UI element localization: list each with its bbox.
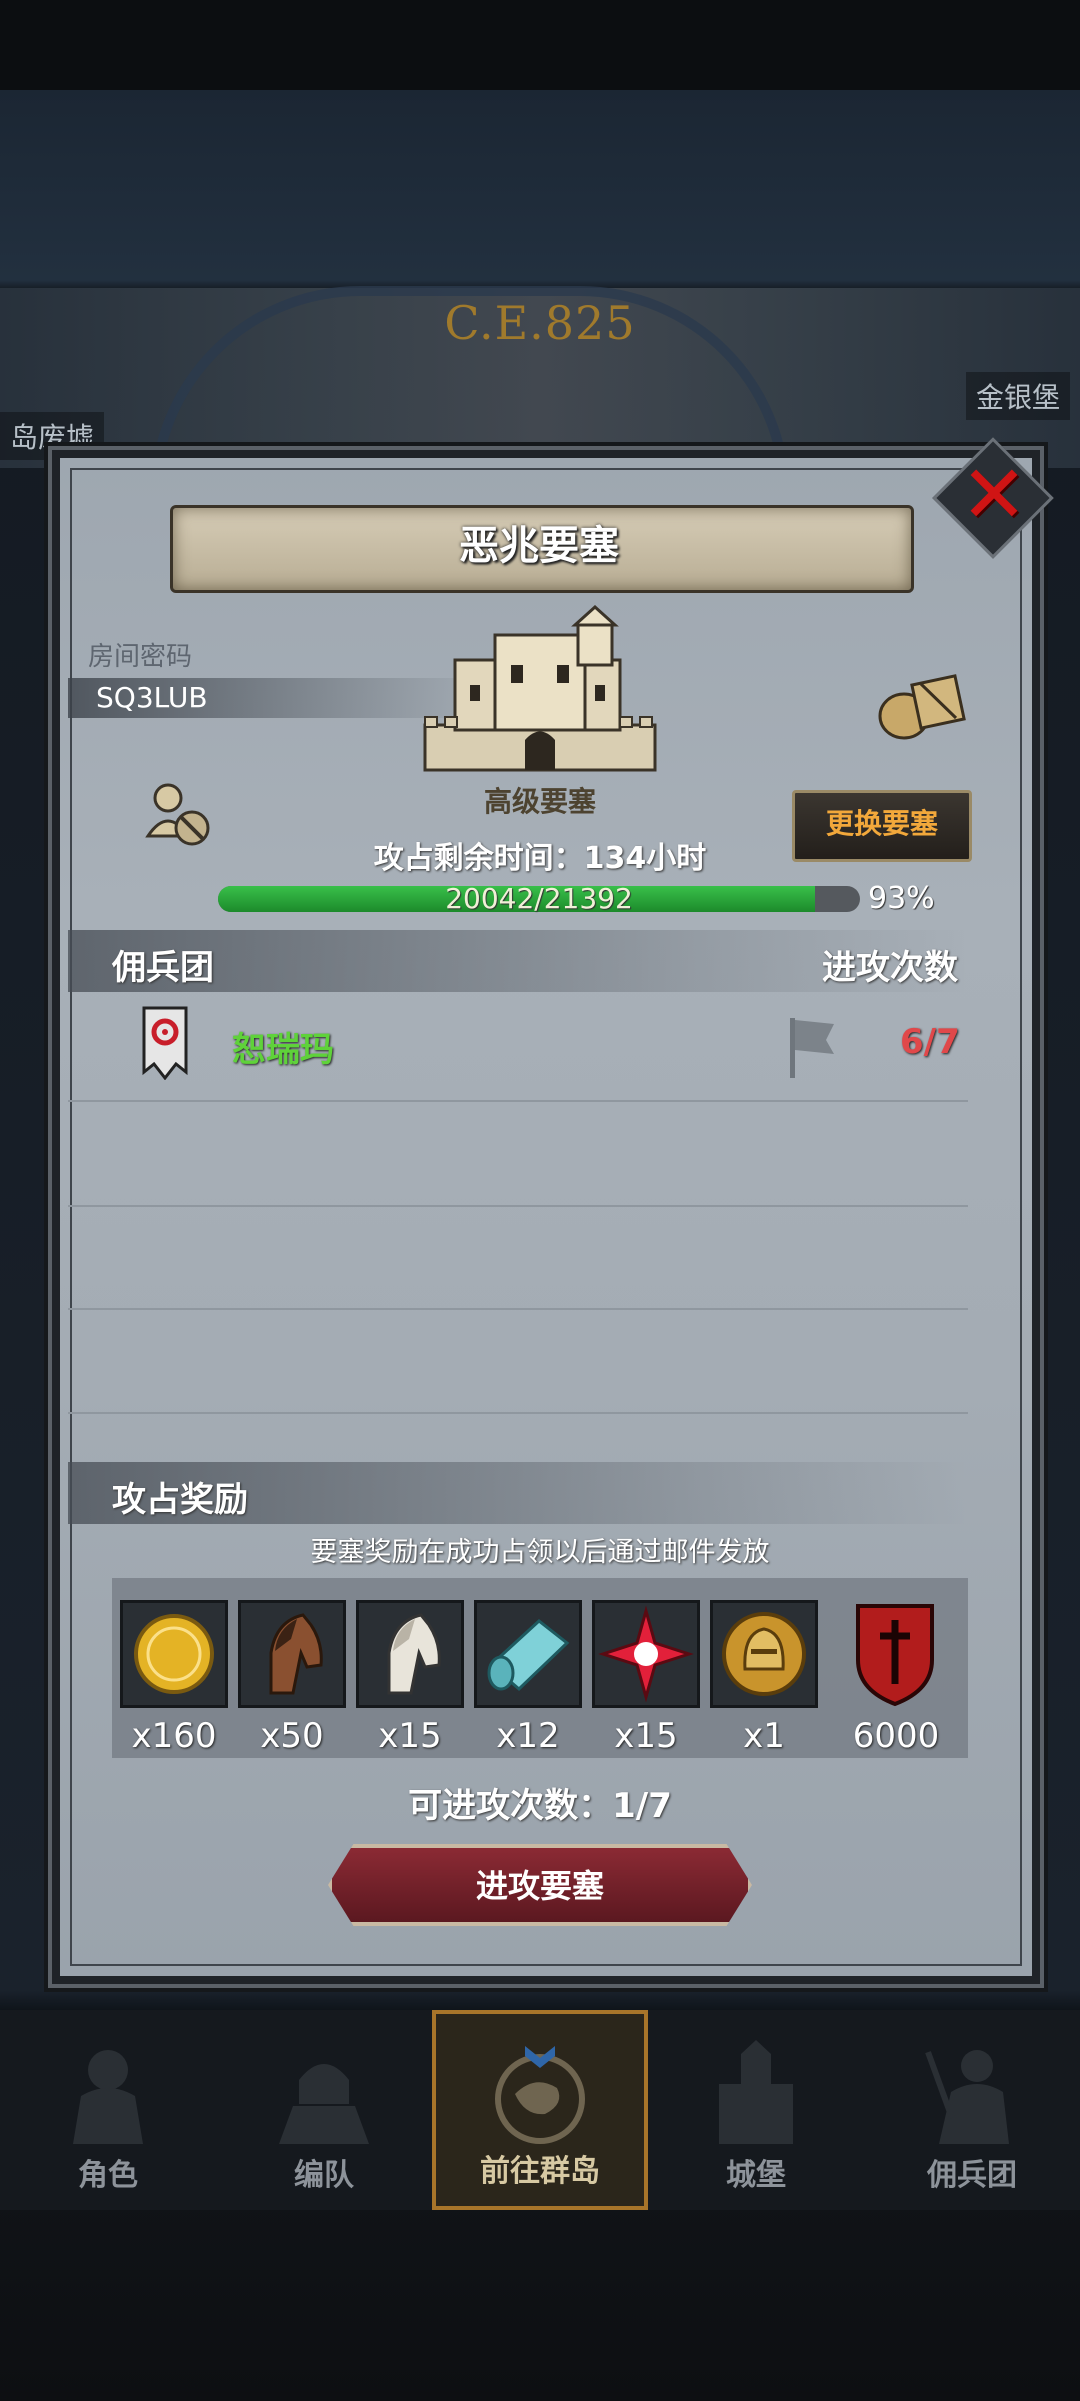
supplies-icon[interactable] [876, 668, 966, 740]
map-location-right: 金银堡 [965, 372, 1070, 420]
warrior-icon [925, 2050, 1009, 2144]
fortress-type: 高级要塞 [483, 785, 596, 818]
mercenary-attack-count: 6/7 [900, 1022, 960, 1062]
game-screen: C.E.825 岛废墟 金银堡 ✕ 恶兆要塞 房间密码 SQ3LUB 高级要塞 [0, 0, 1080, 2401]
armored-knight-icon [279, 2064, 369, 2144]
nav-label: 角色 [78, 2158, 138, 2193]
nav-label: 佣兵团 [927, 2158, 1017, 2193]
helmet-medal-icon [722, 1612, 806, 1696]
dialog-title: 恶兆要塞 [459, 523, 619, 569]
reward-count: x1 [743, 1716, 785, 1756]
reward-count: 6000 [852, 1716, 940, 1756]
reward-red-shield[interactable] [850, 1600, 940, 1708]
nav-label: 编队 [294, 2158, 354, 2193]
empty-row-divider [68, 1205, 968, 1207]
nav-item-character[interactable]: 角色 [0, 2010, 216, 2210]
knight-icon [73, 2050, 143, 2144]
nav-label: 前往群岛 [480, 2154, 600, 2189]
brown-horse-icon [269, 1613, 323, 1695]
guild-banner-icon [142, 1006, 188, 1080]
mercenary-name[interactable]: 恕瑞玛 [232, 1022, 334, 1071]
red-crystal-icon [598, 1605, 694, 1703]
compass-globe-icon [495, 2046, 585, 2144]
reward-count: x15 [378, 1716, 442, 1756]
reward-count: x160 [131, 1716, 217, 1756]
no-visitors-icon[interactable] [144, 778, 214, 848]
room-code-label: 房间密码 [88, 642, 193, 672]
nav-item-mercenary[interactable]: 佣兵团 [864, 2010, 1080, 2210]
reward-count: x50 [260, 1716, 324, 1756]
mercenary-header: 佣兵团 [112, 948, 214, 988]
empty-row-divider [68, 1308, 968, 1310]
nav-item-castle[interactable]: 城堡 [648, 2010, 864, 2210]
era-label: C.E.825 [444, 296, 636, 350]
reward-gold-coin[interactable] [120, 1600, 228, 1708]
white-horse-icon [387, 1613, 441, 1695]
nav-item-islands[interactable]: 前往群岛 [432, 2010, 648, 2210]
empty-row-divider [68, 1412, 968, 1414]
castle-icon [423, 605, 657, 772]
remaining-attacks: 可进攻次数：1/7 [408, 1786, 672, 1826]
reward-cloth[interactable] [474, 1600, 582, 1708]
cloth-roll-icon [487, 1619, 570, 1692]
reward-header: 攻占奖励 [112, 1480, 248, 1520]
reward-brown-horse[interactable] [238, 1600, 346, 1708]
red-shield-icon [856, 1604, 934, 1707]
reward-helmet-medal[interactable] [710, 1600, 818, 1708]
room-code[interactable]: SQ3LUB [96, 680, 208, 716]
reward-count: x15 [614, 1716, 678, 1756]
flag-icon [790, 1018, 834, 1078]
reward-note: 要塞奖励在成功占领以后通过邮件发放 [310, 1537, 770, 1568]
reward-red-crystal[interactable] [592, 1600, 700, 1708]
gold-coin-icon [134, 1614, 214, 1694]
reward-count: x12 [496, 1716, 560, 1756]
castle-nav-icon [719, 2040, 793, 2144]
progress-value: 20042/21392 [445, 882, 633, 915]
occupation-time-remaining: 攻占剩余时间：134小时 [373, 841, 707, 876]
change-fortress-button[interactable]: 更换要塞 [792, 790, 972, 862]
nav-label: 城堡 [726, 2158, 786, 2193]
reward-white-horse[interactable] [356, 1600, 464, 1708]
close-icon[interactable]: ✕ [955, 455, 1033, 535]
attack-fortress-button[interactable]: 进攻要塞 [328, 1844, 752, 1926]
attack-count-header: 进攻次数 [822, 948, 958, 988]
progress-percent: 93% [868, 881, 935, 916]
nav-item-formation[interactable]: 编队 [216, 2010, 432, 2210]
